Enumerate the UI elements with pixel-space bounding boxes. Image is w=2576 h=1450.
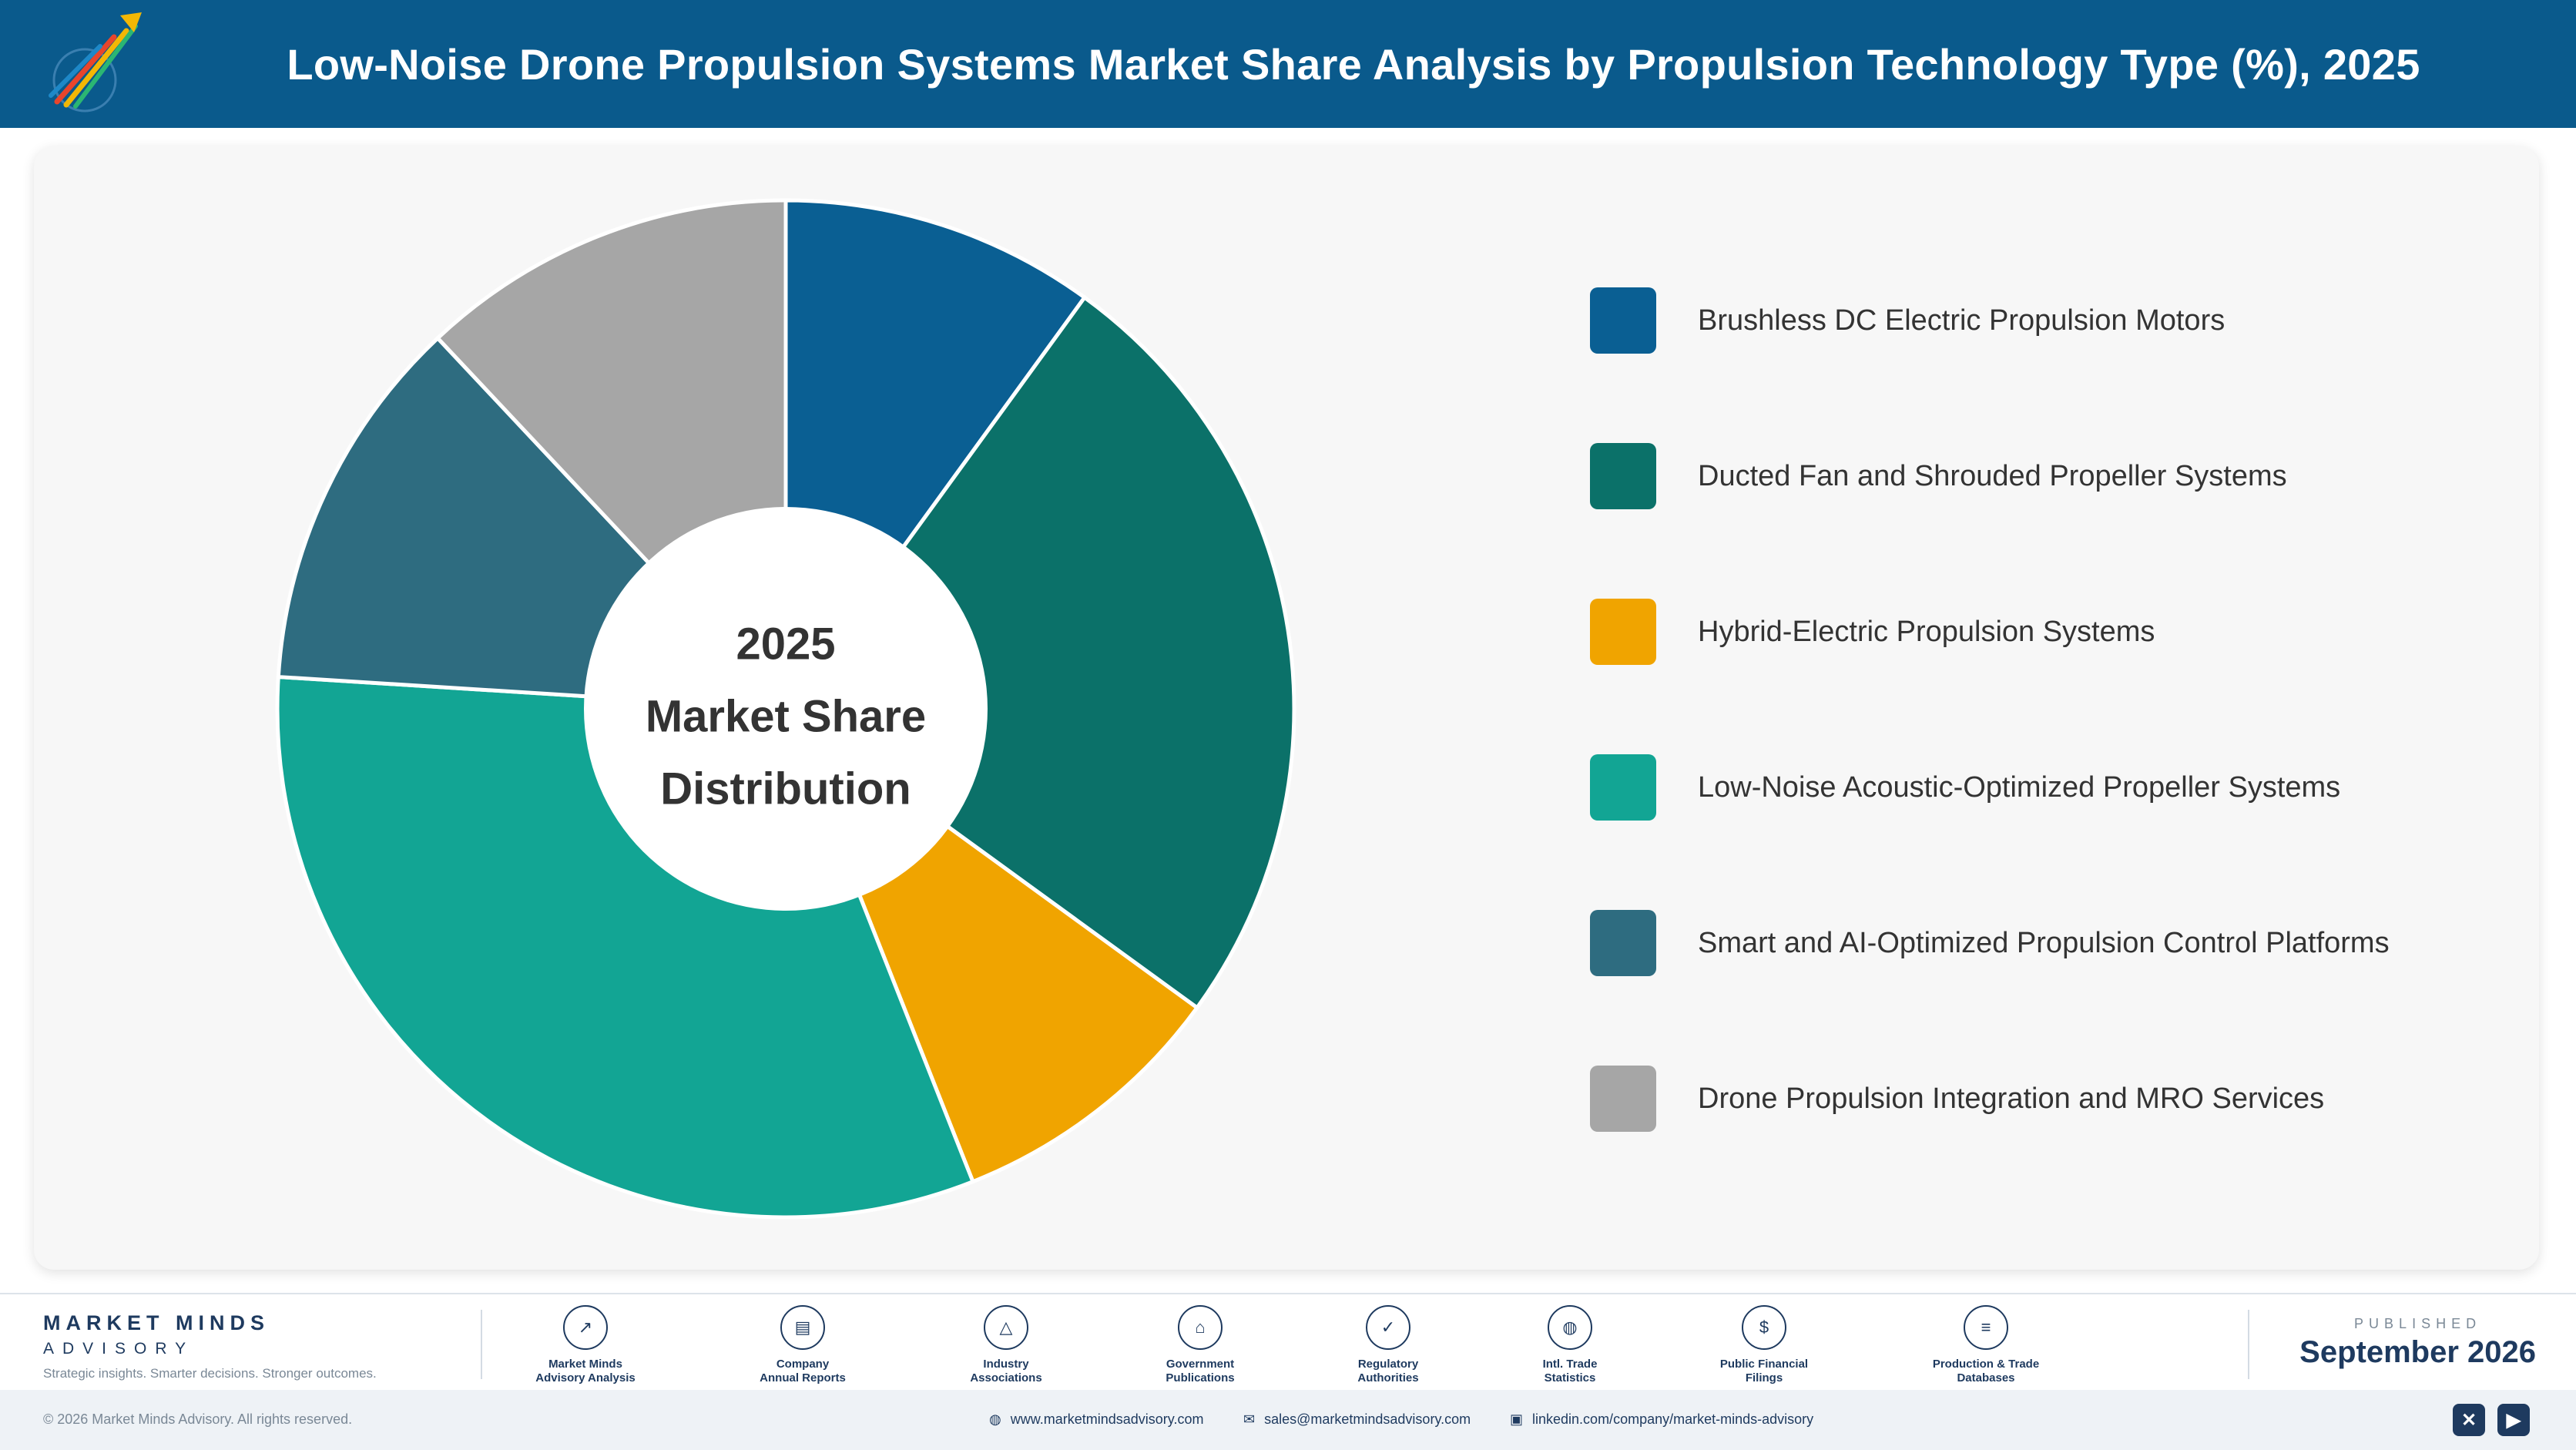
brand-name: MARKET MINDS <box>43 1311 270 1334</box>
source-label: Regulatory Authorities <box>1357 1358 1419 1385</box>
document-icon: ▤ <box>780 1305 825 1350</box>
legend-swatch <box>1590 599 1656 665</box>
footer-divider <box>2248 1310 2249 1379</box>
linkedin-text: linkedin.com/company/market-minds-adviso… <box>1532 1411 1814 1427</box>
source-item: $ Public Financial Filings <box>1679 1305 1849 1385</box>
source-item: ↗ Market Minds Advisory Analysis <box>501 1305 670 1385</box>
legend-item[interactable]: Brushless DC Electric Propulsion Motors <box>1590 287 2225 354</box>
published-date: September 2026 <box>2299 1335 2536 1369</box>
published-info: PUBLISHED September 2026 <box>2299 1316 2536 1370</box>
shield-check-icon: ✓ <box>1366 1305 1410 1350</box>
source-label: Market Minds Advisory Analysis <box>535 1358 636 1385</box>
company-logo-icon <box>49 12 142 112</box>
source-item: △ Industry Associations <box>921 1305 1091 1385</box>
legend-item[interactable]: Smart and AI-Optimized Propulsion Contro… <box>1590 909 2390 977</box>
source-item: ≡ Production & Trade Databases <box>1901 1305 2071 1385</box>
legend-label: Smart and AI-Optimized Propulsion Contro… <box>1698 926 2390 959</box>
globe-icon: ◍ <box>1548 1305 1592 1350</box>
brand-tagline: Strategic insights. Smarter decisions. S… <box>43 1366 377 1381</box>
linkedin-icon: ▣ <box>1510 1411 1524 1427</box>
youtube-social-icon[interactable]: ▶ <box>2497 1404 2530 1436</box>
footer: MARKET MINDS ADVISORY Strategic insights… <box>0 1293 2576 1390</box>
dollar-coin-icon: $ <box>1742 1305 1786 1350</box>
legend-swatch <box>1590 287 1656 354</box>
legend-swatch <box>1590 754 1656 821</box>
legend-item[interactable]: Hybrid-Electric Propulsion Systems <box>1590 598 2155 666</box>
source-item: ⌂ Government Publications <box>1115 1305 1285 1385</box>
legend-label: Drone Propulsion Integration and MRO Ser… <box>1698 1082 2325 1115</box>
source-label: Industry Associations <box>970 1358 1042 1385</box>
website-text: www.marketmindsadvisory.com <box>1010 1411 1204 1427</box>
legend-swatch <box>1590 1066 1656 1132</box>
bottom-bar: © 2026 Market Minds Advisory. All rights… <box>0 1390 2576 1450</box>
source-label: Government Publications <box>1166 1358 1235 1385</box>
legend-label: Low-Noise Acoustic-Optimized Propeller S… <box>1698 770 2341 804</box>
header-bar: Low-Noise Drone Propulsion Systems Marke… <box>0 0 2576 128</box>
globe-icon: ◍ <box>989 1411 1001 1427</box>
legend-item[interactable]: Low-Noise Acoustic-Optimized Propeller S… <box>1590 754 2340 821</box>
donut-chart: 2025 Market Share Distribution <box>275 198 1296 1220</box>
brand-subtitle: ADVISORY <box>43 1340 195 1358</box>
legend-swatch <box>1590 443 1656 509</box>
data-sources: ↗ Market Minds Advisory Analysis ▤ Company An… <box>493 1305 2265 1390</box>
email-text: sales@marketmindsadvisory.com <box>1264 1411 1471 1427</box>
footer-brand: MARKET MINDS ADVISORY Strategic insights… <box>43 1311 377 1381</box>
source-item: ✓ Regulatory Authorities <box>1303 1305 1473 1385</box>
center-label-2: Market Share <box>646 691 926 741</box>
government-building-icon: ⌂ <box>1178 1305 1223 1350</box>
trend-chart-icon: ↗ <box>563 1305 608 1350</box>
legend-swatch <box>1590 910 1656 976</box>
email-link[interactable]: ✉ sales@marketmindsadvisory.com <box>1243 1411 1471 1428</box>
legend-label: Hybrid-Electric Propulsion Systems <box>1698 615 2155 648</box>
database-icon: ≡ <box>1964 1305 2008 1350</box>
source-label: Intl. Trade Statistics <box>1542 1358 1598 1385</box>
legend-label: Brushless DC Electric Propulsion Motors <box>1698 304 2225 337</box>
copyright-text: © 2026 Market Minds Advisory. All rights… <box>43 1411 353 1427</box>
linkedin-link[interactable]: ▣ linkedin.com/company/market-minds-advi… <box>1510 1411 1813 1428</box>
website-link[interactable]: ◍ www.marketmindsadvisory.com <box>989 1411 1203 1428</box>
published-label: PUBLISHED <box>2354 1316 2482 1331</box>
network-icon: △ <box>984 1305 1028 1350</box>
center-label-3: Distribution <box>660 764 911 814</box>
center-label-1: 2025 <box>736 619 835 669</box>
legend-label: Ducted Fan and Shrouded Propeller System… <box>1698 459 2287 492</box>
source-label: Company Annual Reports <box>760 1358 846 1385</box>
legend-item[interactable]: Ducted Fan and Shrouded Propeller System… <box>1590 442 2287 510</box>
source-label: Production & Trade Databases <box>1932 1358 2040 1385</box>
chart-card: 2025 Market Share Distribution Brushless D… <box>34 146 2539 1270</box>
page-title: Low-Noise Drone Propulsion Systems Marke… <box>287 39 2420 89</box>
source-item: ▤ Company Annual Reports <box>718 1305 887 1385</box>
mail-icon: ✉ <box>1243 1411 1256 1427</box>
source-label: Public Financial Filings <box>1719 1358 1809 1385</box>
footer-divider <box>481 1310 482 1379</box>
x-social-icon[interactable]: ✕ <box>2453 1404 2485 1436</box>
legend-item[interactable]: Drone Propulsion Integration and MRO Ser… <box>1590 1065 2324 1133</box>
source-item: ◍ Intl. Trade Statistics <box>1485 1305 1655 1385</box>
